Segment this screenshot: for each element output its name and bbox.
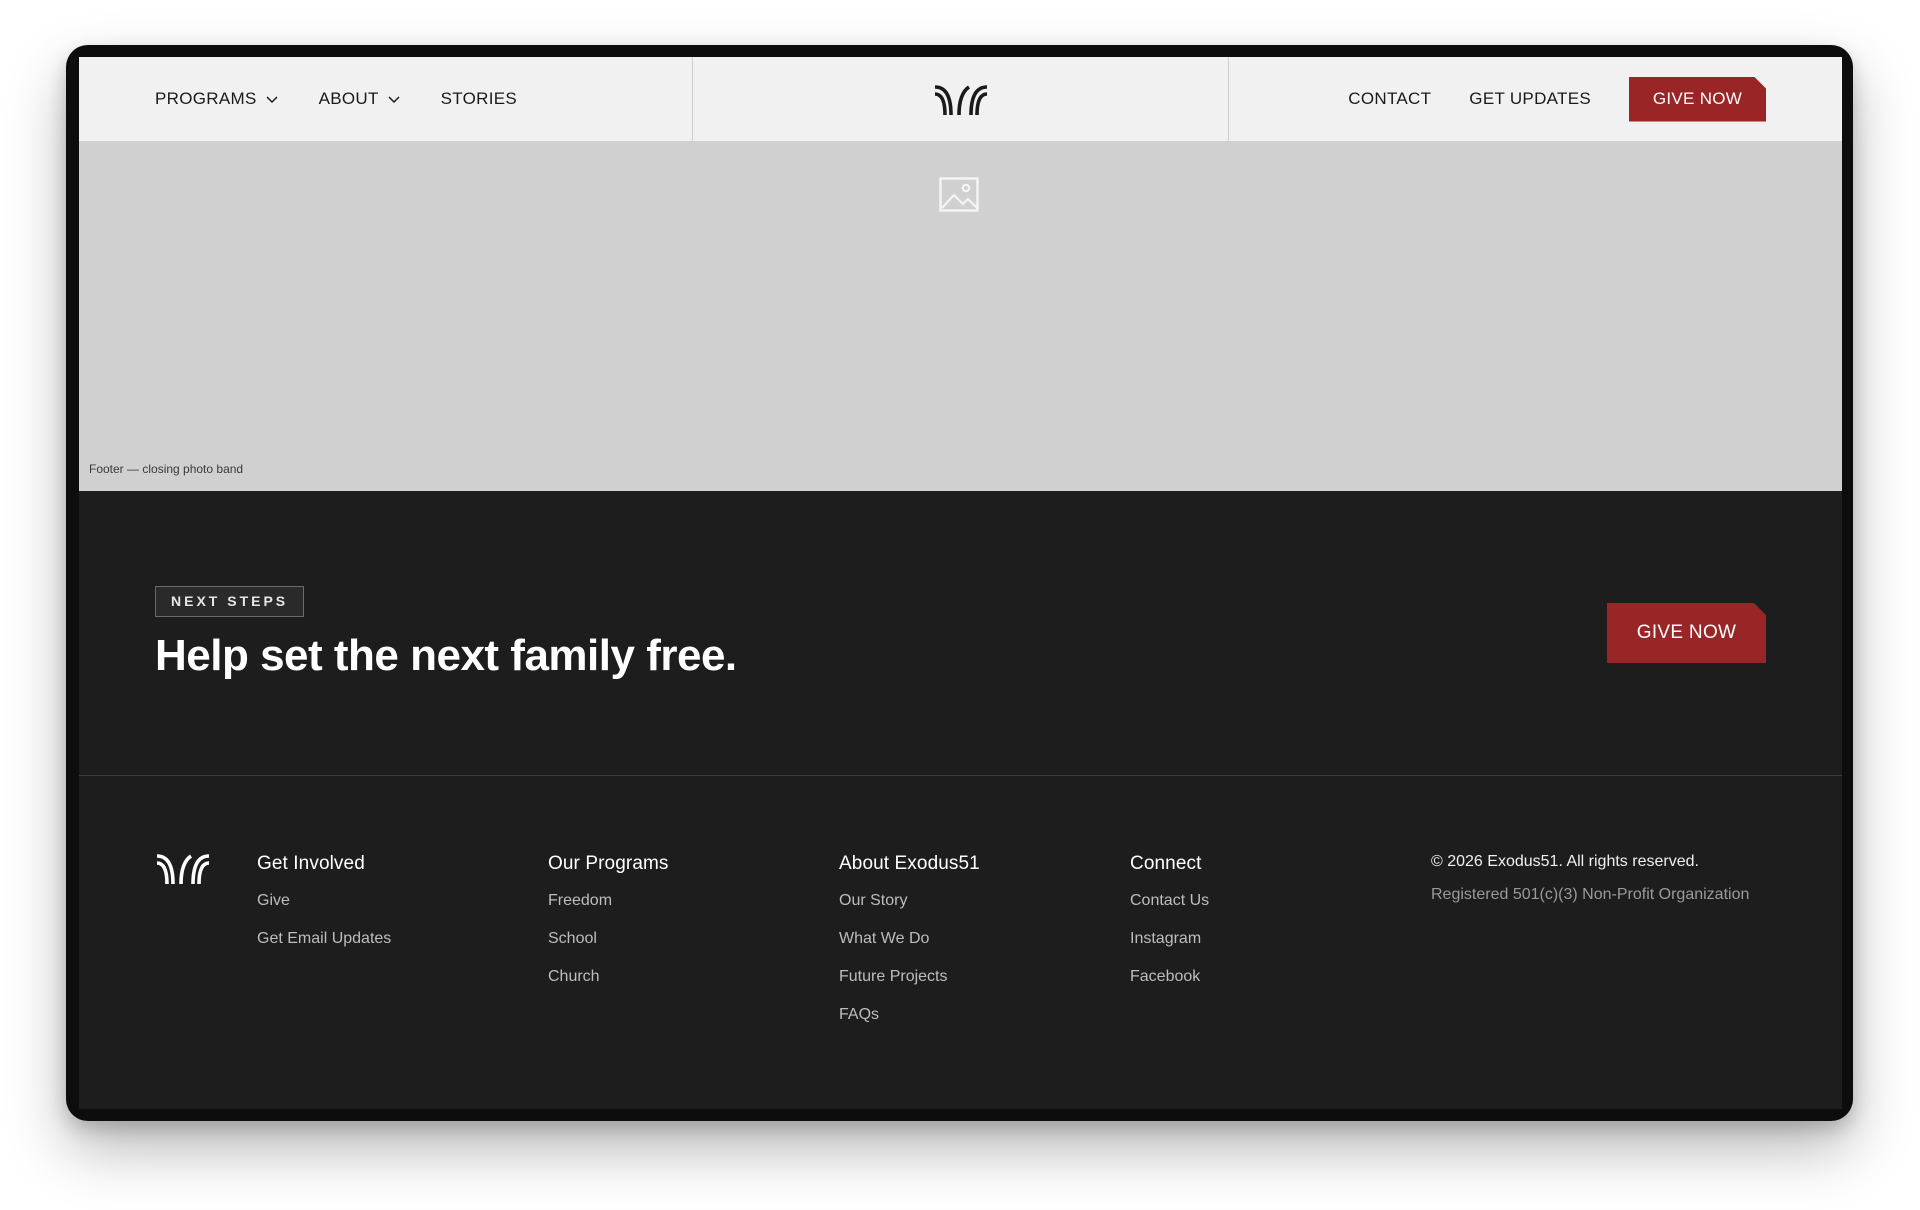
- site-header: PROGRAMS ABOUT STORIES CONTACT GET UPDAT…: [79, 57, 1842, 141]
- next-steps-cta: NEXT STEPS Help set the next family free…: [79, 491, 1842, 775]
- footer-col-heading: About Exodus51: [839, 853, 980, 874]
- footer-link-what-we-do[interactable]: What We Do: [839, 929, 1079, 949]
- copyright-text: © 2026 Exodus51. All rights reserved.: [1431, 853, 1699, 870]
- footer-col-about: About Exodus51 Our Story What We Do Futu…: [839, 853, 1079, 1043]
- nav-get-updates[interactable]: GET UPDATES: [1469, 89, 1591, 109]
- footer-col-get-involved: Get Involved Give Get Email Updates: [257, 853, 497, 967]
- chevron-down-icon: [388, 96, 400, 104]
- footer-col-heading: Connect: [1130, 853, 1202, 874]
- footer-col-heading: Get Involved: [257, 853, 365, 874]
- header-give-now-button[interactable]: GIVE NOW: [1629, 77, 1766, 122]
- nav-programs[interactable]: PROGRAMS: [155, 89, 279, 109]
- footer-link-contact-us[interactable]: Contact Us: [1130, 891, 1370, 911]
- cta-heading: Help set the next family free.: [155, 631, 737, 680]
- footer-col-programs: Our Programs Freedom School Church: [548, 853, 788, 1005]
- nav-label: GET UPDATES: [1469, 89, 1591, 108]
- give-now-label: GIVE NOW: [1652, 89, 1743, 108]
- footer-link-give[interactable]: Give: [257, 891, 497, 911]
- photo-caption: Footer — closing photo band: [89, 462, 244, 476]
- footer-link-school[interactable]: School: [548, 929, 788, 949]
- footer-link-instagram[interactable]: Instagram: [1130, 929, 1370, 949]
- exodus51-logo-icon[interactable]: [933, 81, 989, 117]
- nav-label: ABOUT: [318, 89, 379, 108]
- footer-link-facebook[interactable]: Facebook: [1130, 967, 1370, 987]
- footer-col-connect: Connect Contact Us Instagram Facebook: [1130, 853, 1370, 1005]
- footer-link-church[interactable]: Church: [548, 967, 788, 987]
- screen: PROGRAMS ABOUT STORIES CONTACT GET UPDAT…: [79, 57, 1842, 1109]
- eyebrow-tag: NEXT STEPS: [155, 586, 305, 617]
- exodus51-footer-logo-icon[interactable]: [155, 850, 211, 886]
- footer-link-future-projects[interactable]: Future Projects: [839, 967, 1079, 987]
- closing-photo-band: Footer — closing photo band: [79, 141, 1842, 491]
- nav-label: CONTACT: [1348, 89, 1432, 108]
- give-now-label: GIVE NOW: [1636, 622, 1737, 643]
- footer-divider: [79, 775, 1842, 776]
- footer-col-heading: Our Programs: [548, 853, 669, 874]
- footer-link-freedom[interactable]: Freedom: [548, 891, 788, 911]
- chevron-down-icon: [266, 96, 278, 104]
- nav-label: STORIES: [440, 89, 518, 108]
- footer-link-our-story[interactable]: Our Story: [839, 891, 1079, 911]
- header-nav-right: CONTACT GET UPDATES GIVE NOW: [1229, 57, 1842, 141]
- header-logo-area: [693, 57, 1229, 141]
- nav-contact[interactable]: CONTACT: [1348, 89, 1431, 109]
- nav-about[interactable]: ABOUT: [319, 89, 401, 109]
- header-nav-left: PROGRAMS ABOUT STORIES: [79, 57, 693, 141]
- footer-legal: © 2026 Exodus51. All rights reserved. Re…: [1431, 853, 1771, 904]
- nav-stories[interactable]: STORIES: [441, 89, 517, 109]
- footer-link-email-updates[interactable]: Get Email Updates: [257, 929, 497, 949]
- registration-text: Registered 501(c)(3) Non-Profit Organiza…: [1431, 886, 1750, 903]
- footer-link-faqs[interactable]: FAQs: [839, 1005, 1079, 1025]
- cta-give-now-button[interactable]: GIVE NOW: [1607, 603, 1766, 663]
- image-placeholder-icon: [939, 177, 979, 212]
- nav-label: PROGRAMS: [155, 89, 257, 108]
